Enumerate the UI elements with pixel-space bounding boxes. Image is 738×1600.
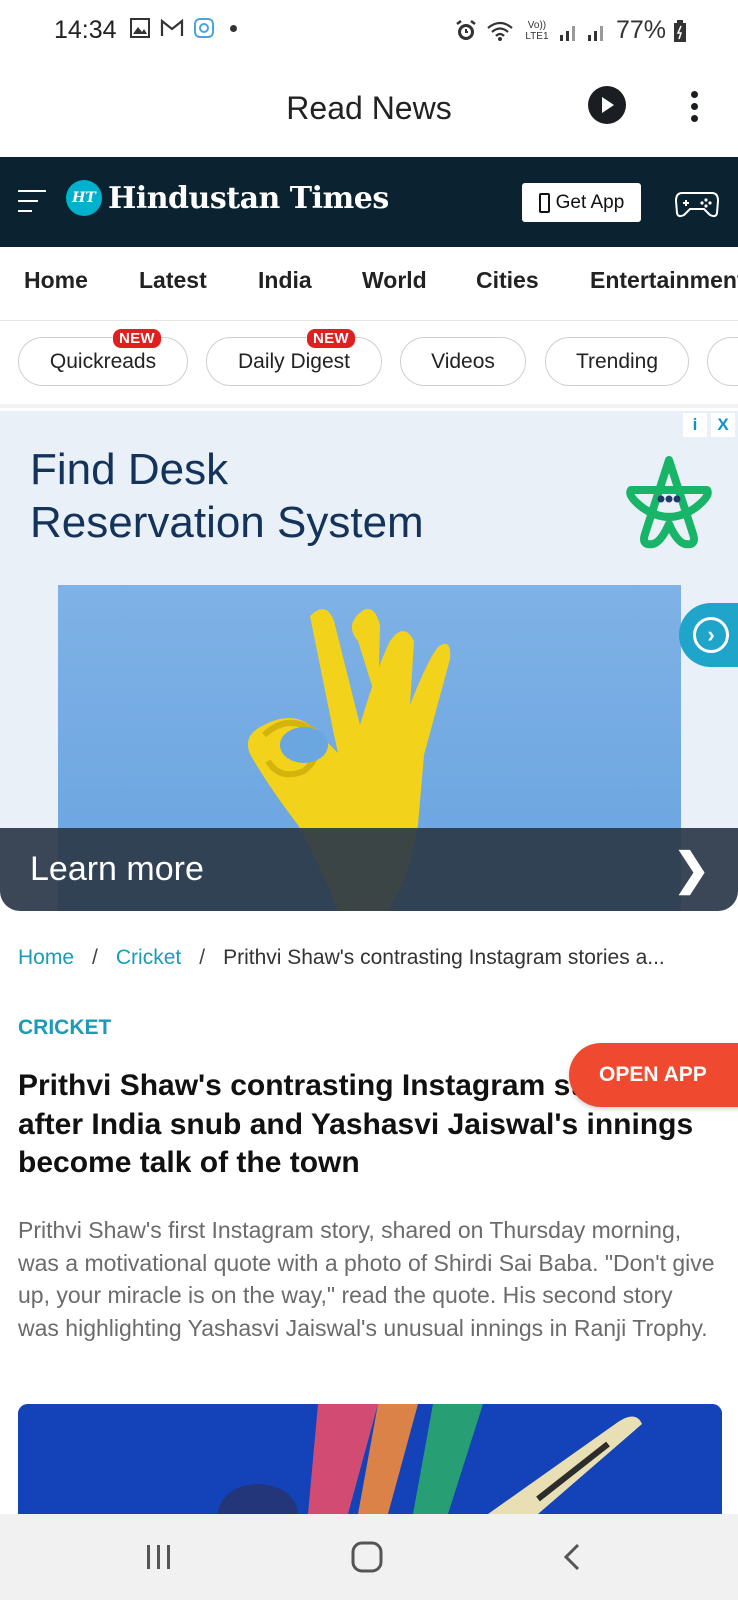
logo-badge: HT: [66, 180, 102, 216]
more-vertical-icon: [690, 91, 698, 98]
ad-info-icon[interactable]: i: [683, 413, 707, 437]
chevron-right-circle-icon: ›: [693, 617, 729, 653]
breadcrumb-current: Prithvi Shaw's contrasting Instagram sto…: [223, 946, 665, 969]
play-icon: [602, 97, 614, 113]
article-summary: Prithvi Shaw's first Instagram story, sh…: [18, 1217, 715, 1341]
article-image-graphic: [18, 1404, 722, 1514]
chip-more[interactable]: [707, 337, 738, 386]
volte-icon: Vo)) LTE1: [525, 19, 549, 42]
recents-icon[interactable]: [145, 1542, 173, 1572]
chevron-right-icon: ❯: [673, 845, 710, 894]
menu-icon[interactable]: [18, 190, 46, 214]
chip-daily-digest[interactable]: NEW Daily Digest: [206, 329, 382, 386]
logo-name: Hindustan Times: [108, 180, 389, 216]
gallery-icon: [130, 18, 150, 38]
chip-label: Videos: [431, 349, 495, 373]
breadcrumb-section[interactable]: Cricket: [116, 946, 181, 969]
nav-tab-world[interactable]: World: [362, 267, 427, 294]
get-app-label: Get App: [555, 191, 625, 213]
quick-links: NEW Quickreads NEW Daily Digest Videos T…: [0, 322, 738, 408]
open-app-button[interactable]: OPEN APP: [569, 1043, 738, 1107]
nav-tab-entertainment[interactable]: Entertainment: [590, 267, 738, 294]
ad-title: Find Desk Reservation System: [30, 443, 424, 549]
nav-tab-home[interactable]: Home: [24, 267, 88, 294]
breadcrumb: Home / Cricket / Prithvi Shaw's contrasting …: [18, 946, 723, 970]
back-icon[interactable]: [562, 1542, 582, 1572]
dot-icon: [230, 24, 237, 32]
chip-quickreads[interactable]: NEW Quickreads: [18, 329, 188, 386]
signal-icon: [559, 25, 603, 41]
home-icon[interactable]: [351, 1541, 383, 1573]
ad-title-line2: Reservation System: [30, 498, 424, 547]
app-title: Read News: [286, 90, 452, 126]
chip-label: Quickreads: [49, 349, 157, 373]
new-badge: NEW: [113, 329, 161, 348]
adchoices[interactable]: i X: [683, 413, 735, 439]
app-icon: [194, 18, 214, 38]
alarm-icon: [456, 19, 476, 40]
wifi-icon: [487, 21, 513, 41]
breadcrumb-separator: /: [199, 946, 206, 969]
chip-videos[interactable]: Videos: [400, 337, 526, 386]
gamepad-icon[interactable]: [674, 187, 720, 219]
play-button[interactable]: [588, 86, 626, 124]
ad-title-line1: Find Desk: [30, 445, 229, 494]
battery-percent: 77%: [615, 16, 666, 44]
gmail-icon: [160, 18, 184, 36]
ad-cta-bar[interactable]: Learn more ❯: [0, 828, 738, 911]
article-section-label[interactable]: CRICKET: [18, 1016, 111, 1040]
new-badge: NEW: [307, 329, 355, 348]
section-nav: Home Latest India World Cities Entertain…: [0, 247, 738, 321]
system-navigation-bar: [0, 1514, 738, 1600]
chip-trending[interactable]: Trending: [545, 337, 689, 386]
breadcrumb-separator: /: [92, 946, 98, 969]
chip-label: Trending: [575, 349, 659, 373]
breadcrumb-home[interactable]: Home: [18, 946, 74, 969]
ad-brand-logo-icon: [626, 456, 712, 549]
site-header: HT Hindustan Times Get App: [0, 157, 738, 247]
nav-tab-latest[interactable]: Latest: [139, 267, 207, 294]
nav-tab-cities[interactable]: Cities: [476, 267, 539, 294]
site-logo[interactable]: HT Hindustan Times: [66, 180, 389, 216]
ad-cta-label: Learn more: [30, 850, 204, 888]
status-time: 14:34: [54, 16, 117, 44]
advertisement[interactable]: i X Find Desk Reservation System › Learn…: [0, 411, 738, 911]
battery-icon: [674, 19, 686, 42]
status-bar: 14:34 Vo)) LTE1 77%: [0, 0, 738, 62]
ad-next-button[interactable]: ›: [679, 603, 738, 667]
phone-icon: [538, 192, 550, 213]
app-bar: Read News: [0, 62, 738, 157]
get-app-button[interactable]: Get App: [522, 183, 641, 222]
article-image[interactable]: [18, 1404, 722, 1514]
chip-label: Daily Digest: [237, 349, 351, 373]
ad-close-icon[interactable]: X: [711, 413, 735, 437]
more-options-button[interactable]: [680, 88, 708, 124]
nav-tab-india[interactable]: India: [258, 267, 312, 294]
